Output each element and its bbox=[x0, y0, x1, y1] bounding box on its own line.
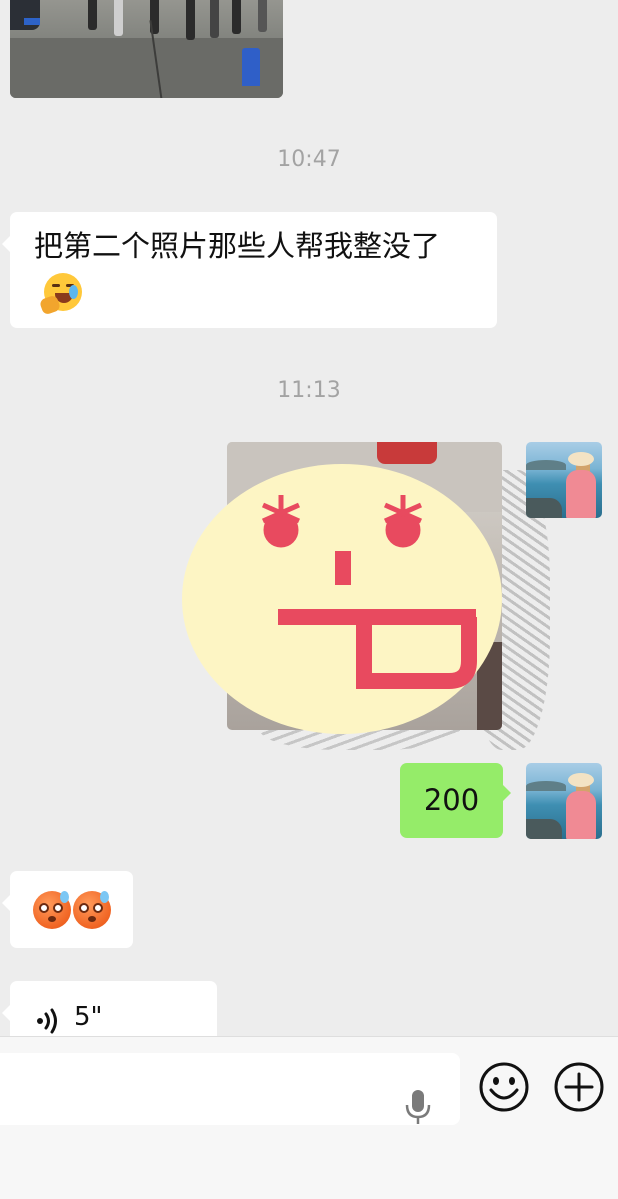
photo-plate bbox=[24, 18, 40, 25]
smiley-icon[interactable] bbox=[478, 1061, 530, 1113]
photo-person bbox=[210, 0, 219, 38]
laughing-emoji-icon bbox=[38, 273, 82, 316]
emoji-eye bbox=[53, 903, 63, 913]
plus-circle-icon[interactable] bbox=[553, 1061, 605, 1113]
emoji-mouth bbox=[88, 916, 96, 922]
message-text: 200 bbox=[423, 783, 480, 817]
my-avatar[interactable] bbox=[526, 442, 602, 518]
avatar-dress bbox=[566, 470, 596, 518]
voice-wave-icon bbox=[37, 1008, 57, 1034]
received-emoji-bubble[interactable] bbox=[2, 871, 133, 948]
sticker-sign bbox=[377, 442, 437, 464]
message-input[interactable] bbox=[0, 1053, 460, 1125]
tongue-face-sticker bbox=[182, 464, 502, 734]
avatar-hat bbox=[568, 773, 594, 787]
photo-person bbox=[88, 0, 97, 30]
voice-duration: 5" bbox=[74, 1002, 103, 1032]
chat-area[interactable]: 10:47 把第二个照片那些人帮我整没了 11:13 200 5" bbox=[0, 0, 618, 1036]
photo-person bbox=[232, 0, 241, 34]
received-text-bubble[interactable]: 把第二个照片那些人帮我整没了 bbox=[2, 212, 497, 328]
flushed-emoji-icon bbox=[73, 891, 111, 929]
emoji-sweat bbox=[100, 891, 109, 903]
avatar-rock bbox=[526, 498, 562, 518]
emoji-eye bbox=[93, 903, 103, 913]
flushed-emoji-icon bbox=[33, 891, 71, 929]
my-avatar[interactable] bbox=[526, 763, 602, 839]
photo-car bbox=[10, 0, 40, 30]
microphone-icon[interactable] bbox=[404, 1089, 432, 1125]
avatar-island bbox=[526, 460, 566, 470]
received-photo[interactable] bbox=[10, 0, 283, 98]
avatar-island bbox=[526, 781, 566, 791]
emoji-eye bbox=[39, 903, 49, 913]
input-bar bbox=[0, 1036, 618, 1199]
timestamp: 10:47 bbox=[277, 147, 341, 172]
photo-person bbox=[258, 0, 267, 32]
emoji-eye bbox=[79, 903, 89, 913]
avatar-dress bbox=[566, 791, 596, 839]
message-text: 把第二个照片那些人帮我整没了 bbox=[34, 229, 441, 263]
photo-person bbox=[114, 0, 123, 36]
photo-person bbox=[186, 0, 195, 40]
emoji-sweat bbox=[60, 891, 69, 903]
avatar-rock bbox=[526, 819, 562, 839]
emoji-tear bbox=[69, 285, 78, 299]
photo-cone bbox=[242, 48, 260, 86]
timestamp: 11:13 bbox=[277, 378, 341, 403]
emoji-eye bbox=[52, 284, 60, 287]
avatar-hat bbox=[568, 452, 594, 466]
sent-text-bubble[interactable]: 200 bbox=[400, 763, 511, 838]
emoji-mouth bbox=[48, 916, 56, 922]
